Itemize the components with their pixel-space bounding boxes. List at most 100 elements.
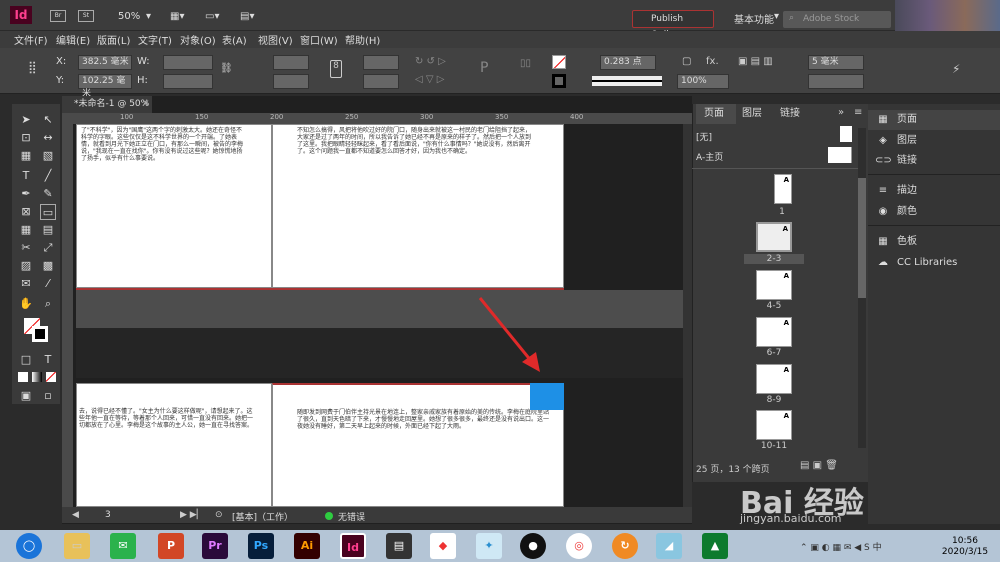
page-thumb-10-11[interactable]: A <box>756 410 792 440</box>
w-field[interactable] <box>163 55 213 70</box>
opacity-field[interactable]: 100% <box>677 74 729 89</box>
scale-y-field[interactable] <box>273 74 309 89</box>
adobe-stock-search[interactable]: Adobe Stock <box>783 11 891 28</box>
content-placer-icon[interactable]: ▧ <box>40 148 56 164</box>
free-transform-tool-icon[interactable]: ⤢ <box>40 240 56 256</box>
dock-links[interactable]: ⊂⊃ 链接 <box>875 151 995 171</box>
horizontal-ruler[interactable]: 100 150 200 250 300 350 400 <box>62 113 692 124</box>
h-field[interactable] <box>163 74 213 89</box>
text-frame[interactable]: 随即发到网费于门伯伴主持光景在地连上，整家亲戚家族有着原始的美的传统。李梅在庭院… <box>295 407 555 517</box>
content-collector-icon[interactable]: ▦ <box>18 148 34 164</box>
dock-stroke[interactable]: ≡ 描边 <box>875 181 995 201</box>
menu-object[interactable]: 对象(O) <box>180 32 216 47</box>
gradient-swatch-tool-icon[interactable]: ▨ <box>18 258 34 274</box>
dock-cc-libraries[interactable]: ☁ CC Libraries <box>875 253 995 273</box>
page-thumb-4-5[interactable]: A <box>756 270 792 300</box>
clock[interactable]: 10:56 2020/3/15 <box>940 536 990 558</box>
apply-none-icon[interactable] <box>46 372 56 382</box>
tab-links[interactable]: 链接 <box>780 104 800 124</box>
menu-edit[interactable]: 编辑(E) <box>56 32 90 47</box>
file-explorer-icon[interactable]: ▭ <box>64 533 90 559</box>
menu-table[interactable]: 表(A) <box>222 32 247 47</box>
page-thumb-2-3[interactable]: A <box>756 222 792 252</box>
gap-tool-icon[interactable]: ↔ <box>40 130 56 146</box>
menu-view[interactable]: 视图(V) <box>258 32 293 47</box>
rectangle-tool-icon[interactable]: ▭ <box>40 204 56 220</box>
tray-icons[interactable]: ⌃ ▣ ◐ ▦ ✉ ◀ S 中 <box>800 540 882 553</box>
stroke-weight-field[interactable]: 0.283 点 <box>600 55 656 70</box>
link-scale-icon[interactable]: 8 <box>330 60 342 78</box>
selection-tool-icon[interactable]: ➤ <box>18 112 34 128</box>
zoom-chevron-down-icon[interactable]: ▾ <box>146 11 151 22</box>
close-tab-icon[interactable]: ✕ <box>142 99 150 109</box>
corner-field[interactable] <box>808 74 864 89</box>
app-icon[interactable]: ↻ <box>612 533 638 559</box>
none-master-thumb[interactable] <box>840 126 852 142</box>
page-thumb-8-9[interactable]: A <box>756 364 792 394</box>
text-frame[interactable]: 不知怎么搞得，风把将他吹过好的院门口，随身出来就被这一村民的老门给阻挡了起来，大… <box>295 125 535 265</box>
indesign-taskbar-icon[interactable]: Id <box>340 533 366 559</box>
rotate-field[interactable] <box>363 55 399 70</box>
effects-icon[interactable]: ▢ <box>682 56 691 67</box>
media-player-icon[interactable]: ▤ <box>386 533 412 559</box>
pages-scrollbar[interactable] <box>858 128 866 448</box>
stock-button[interactable]: St <box>78 10 94 22</box>
normal-view-icon[interactable]: ▣ <box>18 388 34 404</box>
dock-pages[interactable]: ▦ 页面 <box>875 110 995 130</box>
apply-gradient-icon[interactable] <box>32 372 42 382</box>
path-type-icon[interactable]: P <box>480 60 488 76</box>
stroke-swatch-tool[interactable] <box>32 326 48 342</box>
zoom-level[interactable]: 50% <box>118 11 140 22</box>
stroke-type-dropdown[interactable] <box>592 76 662 86</box>
pen-tool-icon[interactable]: ✒ <box>18 186 34 202</box>
page-tool-icon[interactable]: ⊡ <box>18 130 34 146</box>
dock-swatches[interactable]: ▦ 色板 <box>875 232 995 252</box>
scissors-tool-icon[interactable]: ✂ <box>18 240 34 256</box>
a-master-thumb[interactable] <box>828 147 852 163</box>
page-4[interactable]: 去，说得已经不懂了。"女主为什么要这样做呢"，请想起来了。这些年他一直在等待，等… <box>76 383 272 507</box>
stroke-swatch[interactable] <box>552 74 566 88</box>
pencil-tool-icon[interactable]: ✎ <box>40 186 56 202</box>
document-scrollbar[interactable] <box>683 124 692 507</box>
page-2[interactable]: 了"不科学"，因为"国鹰"这两个字的刺激太大。她还在奇怪不科学的字眼。这些仅仅是… <box>76 124 272 288</box>
none-master-label[interactable]: [无] <box>696 130 712 143</box>
app-icon[interactable]: ◆ <box>430 533 456 559</box>
document-tab[interactable]: *未命名-1 @ 50% <box>62 96 152 113</box>
fx-button[interactable]: fx. <box>706 56 719 67</box>
constrain-proportions-icon[interactable]: ⛓ <box>220 63 233 74</box>
rotate-icon[interactable]: ↻ ↺ ▷ <box>415 56 446 67</box>
premiere-icon[interactable]: Pr <box>202 533 228 559</box>
workspace-switcher[interactable]: 基本功能 <box>734 11 774 26</box>
photoshop-icon[interactable]: Ps <box>248 533 274 559</box>
table-tool-icon[interactable]: ▦ <box>18 222 34 238</box>
panel-menu-icon[interactable]: ≡ <box>854 107 862 118</box>
new-page-icon[interactable]: ▤ ▣ 🗑 <box>800 460 838 471</box>
page-5[interactable]: 随即发到网费于门伯伴主持光景在地连上，整家亲戚家族有着原始的美的传统。李梅在庭院… <box>272 383 564 507</box>
page-thumb-1[interactable]: A <box>774 174 792 204</box>
menu-file[interactable]: 文件(F) <box>14 32 48 47</box>
preflight-icon[interactable]: ⊙ <box>215 510 223 520</box>
view-options-icon[interactable]: ▦▾ <box>170 11 184 22</box>
powerpoint-icon[interactable]: P <box>158 533 184 559</box>
format-text-icon[interactable]: T <box>40 352 56 368</box>
preflight-errors[interactable]: 无错误 <box>338 510 365 523</box>
note-tool-icon[interactable]: ✉ <box>18 276 34 292</box>
eyedropper-tool-icon[interactable]: ⁄ <box>40 276 56 292</box>
apply-color-icon[interactable] <box>18 372 28 382</box>
illustrator-icon[interactable]: Ai <box>294 533 320 559</box>
arrange-documents-icon[interactable]: ▤▾ <box>240 11 254 22</box>
page-3[interactable]: 不知怎么搞得，风把将他吹过好的院门口，随身出来就被这一村民的老门给阻挡了起来，大… <box>272 124 564 288</box>
quick-apply-icon[interactable]: ⚡ <box>952 62 960 76</box>
direct-selection-tool-icon[interactable]: ↖ <box>40 112 56 128</box>
qq-icon[interactable]: ● <box>520 533 546 559</box>
text-frame[interactable]: 去，说得已经不懂了。"女主为什么要这样做呢"，请想起来了。这些年他一直在等待，等… <box>77 406 257 516</box>
publish-online-button[interactable]: Publish Online <box>632 10 714 40</box>
zoom-tool-icon[interactable]: ⌕ <box>40 296 56 312</box>
scale-x-field[interactable] <box>273 55 309 70</box>
pasteboard[interactable] <box>76 290 692 328</box>
text-frame[interactable]: 了"不科学"，因为"国鹰"这两个字的刺激太大。她还在奇怪不科学的字眼。这些仅仅是… <box>79 125 249 265</box>
page-thumb-6-7[interactable]: A <box>756 317 792 347</box>
chrome-icon[interactable]: ◎ <box>566 533 592 559</box>
a-master-label[interactable]: A-主页 <box>696 150 723 163</box>
menu-type[interactable]: 文字(T) <box>138 32 172 47</box>
